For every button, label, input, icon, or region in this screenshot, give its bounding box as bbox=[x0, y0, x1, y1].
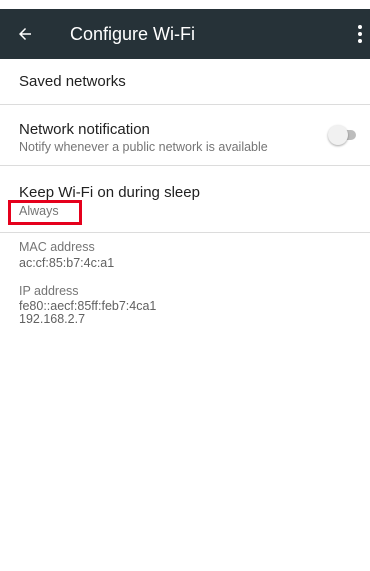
app-toolbar: Configure Wi-Fi bbox=[0, 9, 370, 59]
mac-address-value: ac:cf:85:b7:4c:a1 bbox=[19, 256, 115, 270]
more-vert-icon bbox=[358, 25, 362, 29]
keep-wifi-sleep-title: Keep Wi-Fi on during sleep bbox=[19, 184, 200, 201]
page-title: Configure Wi-Fi bbox=[70, 23, 196, 44]
network-notification-item[interactable]: Network notification Notify whenever a p… bbox=[0, 105, 370, 165]
saved-networks-item[interactable]: Saved networks bbox=[0, 59, 370, 104]
switch-thumb bbox=[328, 125, 348, 145]
highlight-box bbox=[8, 200, 82, 225]
more-options-button[interactable] bbox=[350, 9, 370, 59]
network-notification-switch[interactable] bbox=[328, 125, 358, 145]
arrow-back-icon bbox=[19, 28, 31, 40]
saved-networks-title: Saved networks bbox=[19, 73, 126, 90]
ip-address-label: IP address bbox=[19, 284, 79, 298]
network-notification-summary: Notify whenever a public network is avai… bbox=[19, 140, 268, 154]
network-notification-title: Network notification bbox=[19, 121, 150, 138]
ip-address-value-ipv4: 192.168.2.7 bbox=[19, 312, 86, 326]
mac-address-label: MAC address bbox=[19, 240, 95, 254]
back-button[interactable] bbox=[0, 9, 50, 59]
divider bbox=[0, 232, 370, 233]
